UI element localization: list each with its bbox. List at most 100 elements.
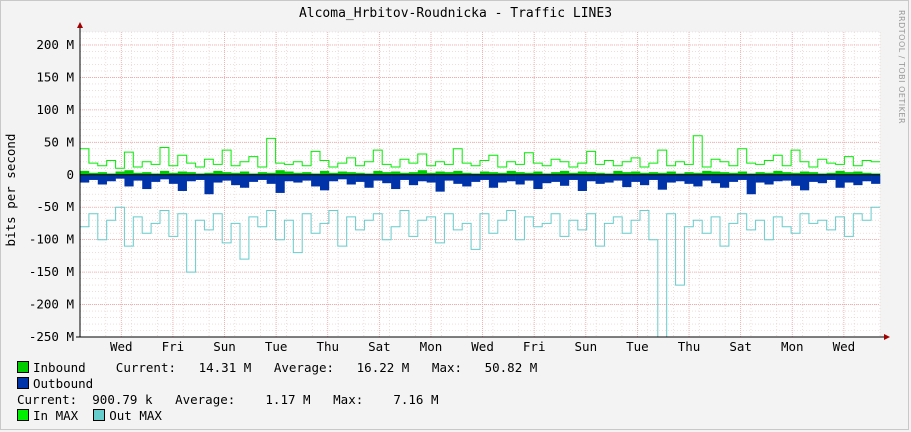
x-tick-label: Fri — [523, 339, 546, 354]
outbound-bar — [115, 174, 125, 179]
outbound-bar — [151, 174, 161, 182]
inbound-bar — [124, 170, 134, 175]
inbound-bar — [613, 170, 623, 175]
outbound-bar — [835, 174, 845, 188]
outbound-bar — [551, 174, 561, 182]
in-max-swatch — [17, 409, 29, 421]
x-tick-label: Tue — [626, 339, 649, 354]
x-tick-label: Wed — [110, 339, 133, 354]
outbound-bar — [764, 174, 774, 185]
y-tick-label: 200 M — [36, 37, 74, 52]
legend-outbound: Outbound — [17, 376, 93, 392]
y-tick-label: 0 — [66, 167, 74, 182]
inbound-bar — [417, 170, 427, 175]
inbound-bar — [835, 170, 845, 175]
outbound-bar — [791, 174, 801, 186]
outbound-bar — [426, 174, 436, 183]
outbound-bar — [684, 174, 694, 184]
outbound-bar — [542, 174, 552, 184]
outbound-bar — [871, 174, 881, 184]
outbound-average: 1.17 M — [265, 392, 311, 407]
x-tick-label: Mon — [781, 339, 804, 354]
inbound-max-label: Max: — [431, 360, 463, 375]
outbound-bar — [275, 174, 285, 193]
outbound-bar — [346, 174, 356, 185]
inbound-bar — [560, 170, 570, 175]
y-tick-label: 50 M — [44, 134, 74, 149]
outbound-bar — [320, 174, 330, 191]
inbound-bar — [373, 170, 383, 175]
outbound-bar — [808, 174, 819, 182]
x-tick-label: Fri — [162, 339, 185, 354]
outbound-bar — [106, 174, 116, 182]
outbound-bar — [186, 174, 196, 182]
out-max-swatch — [93, 409, 106, 421]
outbound-bar — [293, 174, 303, 183]
outbound-bar — [142, 174, 152, 190]
outbound-bar — [524, 174, 534, 181]
inbound-bar — [160, 170, 170, 175]
outbound-bar — [862, 174, 872, 182]
outbound-bar — [168, 174, 179, 184]
outbound-bar — [133, 174, 143, 181]
outbound-bar — [648, 174, 659, 180]
outbound-bar — [488, 174, 499, 188]
outbound-bar — [302, 174, 312, 181]
outbound-bar — [80, 174, 90, 183]
outbound-bar — [266, 174, 276, 184]
outbound-bar — [382, 174, 392, 184]
outbound-bar — [160, 174, 170, 180]
outbound-bar — [622, 174, 632, 188]
inbound-bar — [773, 170, 783, 175]
outbound-bar — [817, 174, 827, 184]
outbound-bar — [408, 174, 419, 186]
outbound-bar — [782, 174, 792, 181]
inbound-bar — [453, 170, 463, 175]
outbound-bar — [497, 174, 507, 183]
outbound-bar — [248, 174, 259, 182]
outbound-bar — [231, 174, 241, 186]
outbound-bar — [640, 174, 650, 186]
outbound-bar — [471, 174, 481, 182]
outbound-bar — [711, 174, 721, 184]
outbound-bar — [373, 174, 383, 181]
outbound-bar — [355, 174, 365, 182]
outbound-bar — [755, 174, 765, 183]
outbound-bar — [853, 174, 863, 186]
outbound-bar — [124, 174, 134, 187]
outbound-current: 900.79 k — [92, 392, 153, 407]
inbound-max: 50.82 M — [484, 360, 538, 375]
outbound-bar — [417, 174, 427, 182]
grid — [79, 31, 881, 338]
outbound-bar — [337, 174, 347, 180]
outbound-bar — [213, 174, 223, 183]
inbound-bar — [213, 170, 223, 175]
x-tick-label: Wed — [833, 339, 856, 354]
outbound-bar — [675, 174, 685, 182]
outbound-bar — [204, 174, 214, 195]
outbound-bar — [844, 174, 854, 183]
y-tick-label: -150 M — [29, 264, 74, 279]
chart-plot: 200 M 150 M 100 M 50 M 0 -50 M -100 M -150 M -20… — [3, 22, 890, 354]
outbound-bar — [311, 174, 321, 187]
y-tick-label: 150 M — [36, 69, 74, 84]
outbound-bar — [595, 174, 605, 184]
outbound-bar — [400, 174, 410, 180]
x-axis-arrow — [884, 334, 890, 340]
outbound-max-label: Max: — [333, 392, 364, 407]
y-axis-arrow — [77, 22, 83, 28]
outbound-bar — [515, 174, 525, 185]
inbound-bar — [320, 170, 330, 175]
outbound-bar — [773, 174, 783, 182]
outbound-bar — [257, 174, 267, 180]
outbound-bar — [222, 174, 232, 181]
outbound-bar — [568, 174, 579, 180]
outbound-bar — [702, 174, 712, 181]
outbound-bar — [240, 174, 250, 188]
y-tick-label: -100 M — [29, 232, 74, 247]
inbound-bar — [275, 170, 285, 175]
x-tick-label: Sat — [368, 339, 391, 354]
x-tick-label: Wed — [471, 339, 494, 354]
y-axis-label: bits per second — [3, 134, 18, 247]
y-tick-label: -200 M — [29, 297, 74, 312]
